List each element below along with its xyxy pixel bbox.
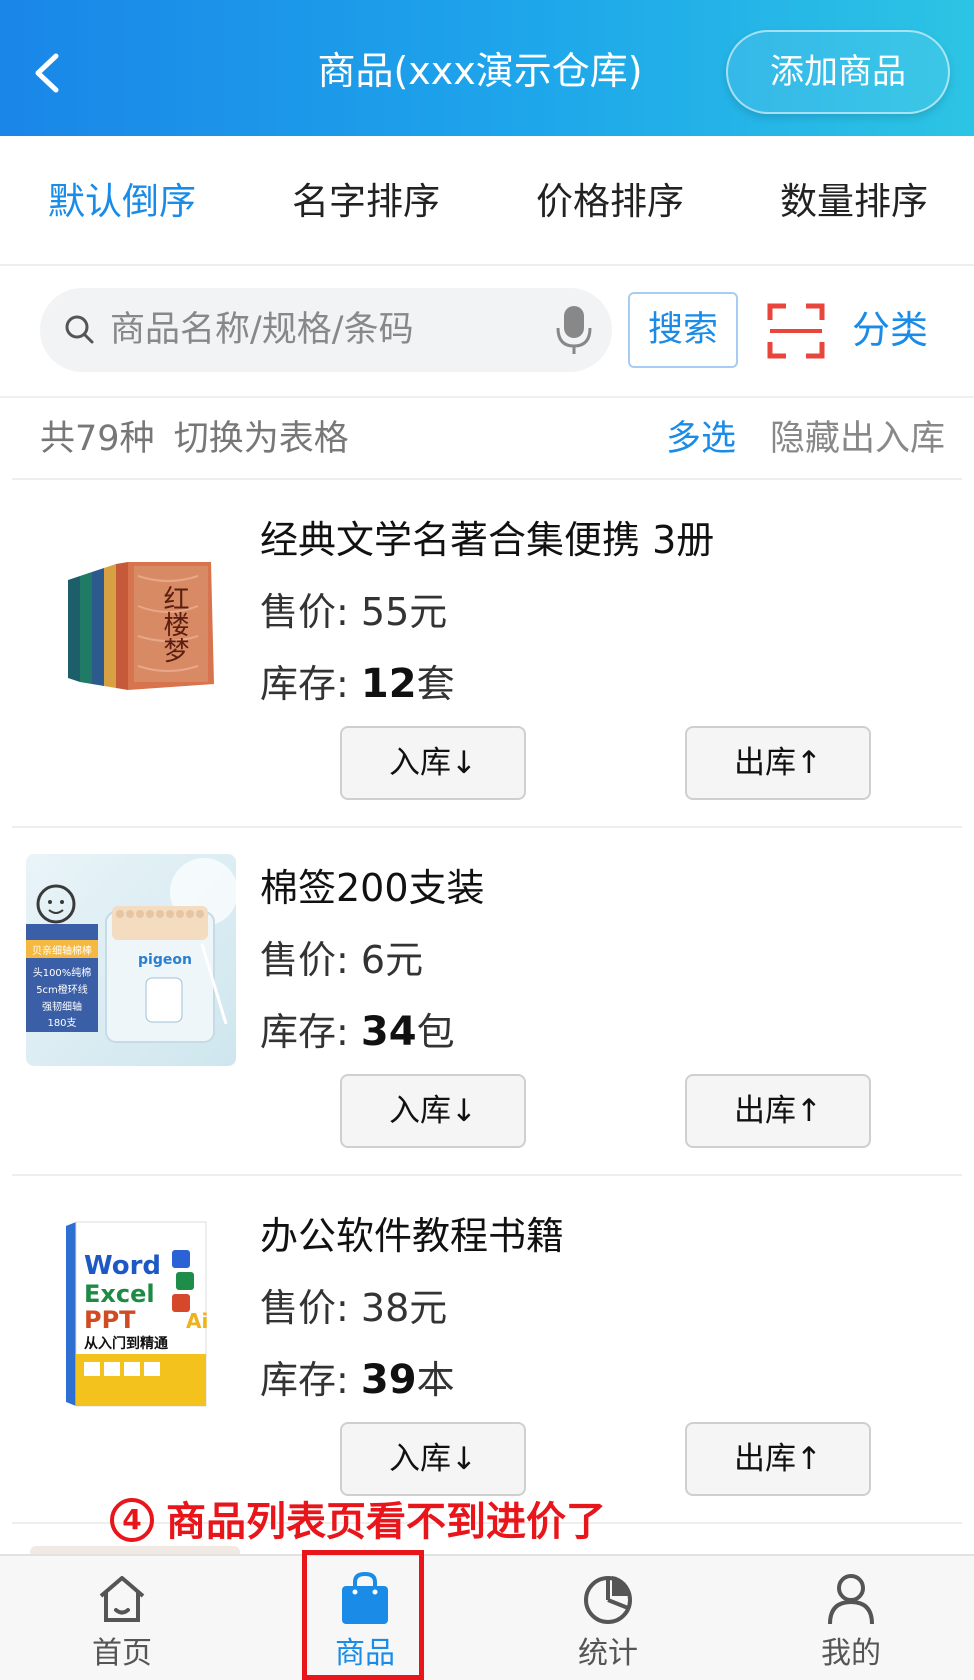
- svg-text:头100%纯棉: 头100%纯棉: [33, 966, 92, 979]
- app-header: 商品(xxx演示仓库) 添加商品: [0, 0, 974, 136]
- search-button[interactable]: 搜索: [628, 292, 738, 368]
- nav-item-home[interactable]: 首页: [42, 1556, 202, 1680]
- hide-inout-button[interactable]: 隐藏出入库: [770, 414, 945, 464]
- product-name: 经典文学名著合集便携 3册: [260, 518, 715, 562]
- summary-row: 共79种 切换为表格 多选 隐藏出入库: [12, 398, 962, 480]
- stock-quantity: 34: [360, 1009, 417, 1055]
- product-item[interactable]: 贝亲细轴棉棒 头100%纯棉 5cm橙环线 强韧细轴 180支 pigeon 棉…: [12, 828, 962, 1176]
- product-item[interactable]: 红楼梦 经典文学名著合集便携 3册 售价: 55元 库存: 12套 入库↓ 出库…: [12, 480, 962, 828]
- svg-text:5cm橙环线: 5cm橙环线: [36, 983, 88, 996]
- back-button[interactable]: [26, 42, 74, 104]
- product-image-cotton-swabs: 贝亲细轴棉棒 头100%纯棉 5cm橙环线 强韧细轴 180支 pigeon: [26, 854, 236, 1066]
- chevron-left-icon: [35, 53, 59, 93]
- pie-chart-icon: [584, 1576, 632, 1624]
- add-product-button[interactable]: 添加商品: [726, 30, 950, 114]
- product-stock: 库存: 34包: [260, 1004, 455, 1060]
- sort-tab-price[interactable]: 价格排序: [500, 172, 720, 232]
- stock-unit: 包: [416, 1010, 455, 1054]
- stock-in-button[interactable]: 入库↓: [340, 726, 526, 800]
- svg-text:180支: 180支: [47, 1017, 76, 1029]
- product-image-office-book: Word Excel PPT 从入门到精通 Ai: [26, 1202, 236, 1414]
- stock-in-button[interactable]: 入库↓: [340, 1422, 526, 1496]
- product-image-book-set: 红楼梦: [26, 506, 236, 718]
- bag-icon: [342, 1571, 388, 1624]
- svg-text:强韧细轴: 强韧细轴: [42, 1000, 82, 1013]
- price-value: 6元: [360, 938, 424, 982]
- svg-text:Word: Word: [84, 1251, 161, 1281]
- user-icon: [828, 1574, 874, 1625]
- sort-tabs: 默认倒序 名字排序 价格排序 数量排序: [0, 136, 974, 266]
- stock-unit: 套: [416, 662, 455, 706]
- product-count: 共79种 切换为表格: [40, 414, 349, 464]
- product-count-text: 共79种: [40, 419, 155, 459]
- price-value: 55元: [360, 590, 448, 634]
- stock-unit: 本: [416, 1358, 455, 1402]
- annotation-number: 4: [110, 1498, 154, 1542]
- svg-text:贝亲细轴棉棒: 贝亲细轴棉棒: [32, 944, 92, 957]
- nav-label-home: 首页: [92, 1636, 152, 1671]
- product-stock: 库存: 39本: [260, 1352, 455, 1408]
- price-value: 38元: [360, 1286, 448, 1330]
- search-row: 搜索 分类: [0, 266, 974, 398]
- stock-quantity: 12: [360, 661, 417, 707]
- svg-text:pigeon: pigeon: [138, 952, 192, 968]
- product-name: 办公软件教程书籍: [260, 1214, 565, 1258]
- stock-label: 库存:: [260, 1358, 349, 1402]
- product-price: 售价: 55元: [260, 584, 447, 640]
- nav-item-products[interactable]: 商品: [285, 1556, 445, 1680]
- stock-out-button[interactable]: 出库↑: [685, 1074, 871, 1148]
- annotation-note: 4 商品列表页看不到进价了: [110, 1490, 606, 1554]
- price-label: 售价:: [260, 1286, 349, 1330]
- stock-quantity: 39: [360, 1357, 417, 1403]
- stock-label: 库存:: [260, 1010, 349, 1054]
- stock-in-button[interactable]: 入库↓: [340, 1074, 526, 1148]
- nav-item-stats[interactable]: 统计: [528, 1556, 688, 1680]
- nav-item-me[interactable]: 我的: [771, 1556, 931, 1680]
- product-name: 棉签200支装: [260, 866, 485, 910]
- home-icon: [99, 1576, 145, 1622]
- product-price: 售价: 38元: [260, 1280, 447, 1336]
- annotation-text: 商品列表页看不到进价了: [166, 1499, 606, 1545]
- svg-text:Ai: Ai: [186, 1309, 208, 1333]
- search-icon: [65, 315, 94, 344]
- search-input[interactable]: [110, 300, 530, 360]
- svg-text:Excel: Excel: [84, 1280, 155, 1308]
- book-cover-title: 红楼梦: [159, 585, 189, 663]
- multi-select-button[interactable]: 多选: [666, 414, 736, 464]
- nav-label-stats: 统计: [578, 1636, 638, 1671]
- stock-out-button[interactable]: 出库↑: [685, 1422, 871, 1496]
- nav-label-me: 我的: [821, 1636, 881, 1671]
- price-label: 售价:: [260, 938, 349, 982]
- price-label: 售价:: [260, 590, 349, 634]
- svg-text:从入门到精通: 从入门到精通: [84, 1335, 168, 1352]
- product-stock: 库存: 12套: [260, 656, 455, 712]
- scan-icon[interactable]: [766, 302, 826, 360]
- product-item[interactable]: Word Excel PPT 从入门到精通 Ai 办公软件教程书籍 售价: 38…: [12, 1176, 962, 1524]
- sort-tab-quantity[interactable]: 数量排序: [744, 172, 964, 232]
- bottom-nav: 首页 商品 统计 我的: [0, 1554, 974, 1680]
- category-button[interactable]: 分类: [852, 300, 928, 360]
- microphone-icon[interactable]: [554, 304, 594, 356]
- stock-out-button[interactable]: 出库↑: [685, 726, 871, 800]
- nav-label-products: 商品: [335, 1636, 395, 1671]
- page-title: 商品(xxx演示仓库): [317, 49, 643, 93]
- sort-tab-name[interactable]: 名字排序: [256, 172, 476, 232]
- switch-to-table-link[interactable]: 切换为表格: [174, 419, 349, 459]
- sort-tab-default-desc[interactable]: 默认倒序: [12, 172, 232, 232]
- svg-text:PPT: PPT: [84, 1306, 136, 1334]
- stock-label: 库存:: [260, 662, 349, 706]
- search-box: [40, 288, 612, 372]
- product-price: 售价: 6元: [260, 932, 423, 988]
